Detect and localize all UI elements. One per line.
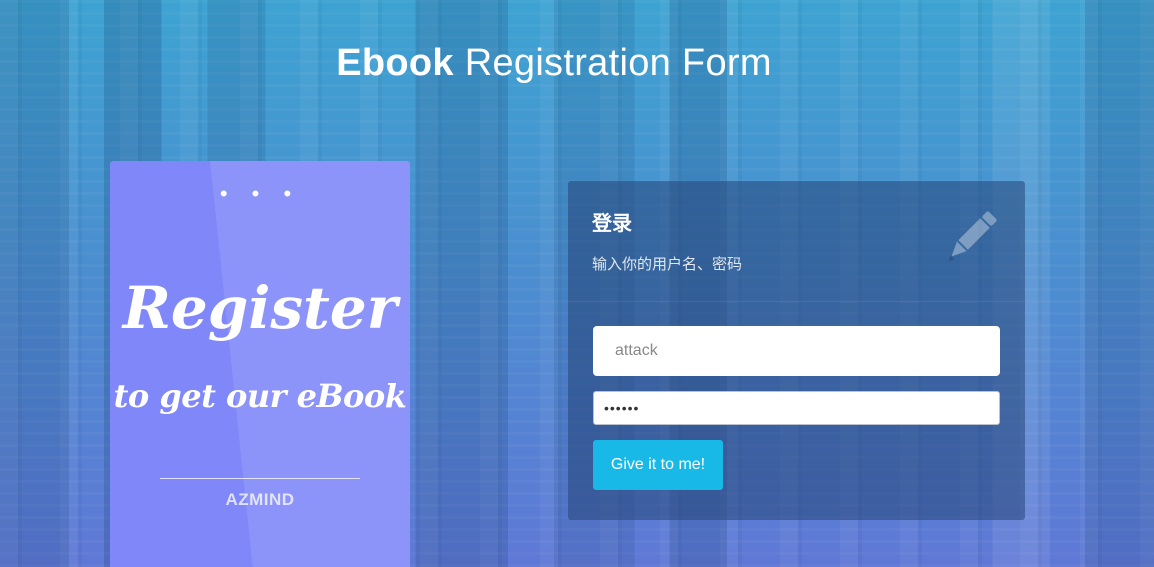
login-description: 输入你的用户名、密码 [592, 256, 743, 273]
login-panel: 登录 输入你的用户名、密码 attack •••••• Give it to m… [568, 181, 1025, 520]
promo-dots: • • • [219, 181, 301, 206]
promo-divider [160, 478, 360, 479]
submit-button[interactable]: Give it to me! [593, 440, 723, 490]
pencil-icon [948, 211, 997, 262]
promo-brand: AZMIND [225, 490, 295, 509]
login-header: 登录 输入你的用户名、密码 [568, 181, 1025, 302]
password-field[interactable]: •••••• [593, 391, 1000, 425]
login-title: 登录 [592, 213, 632, 235]
page-title-rest: Registration Form [464, 42, 772, 84]
promo-subheading: to get our eBook [113, 377, 407, 415]
page-title-strong: Ebook [336, 42, 454, 84]
username-field[interactable]: attack [593, 326, 1000, 376]
promo-heading: Register [122, 274, 398, 342]
promo-card: • • • Register to get our eBook AZMIND [110, 161, 410, 567]
page-title: Ebook Registration Form [0, 42, 1154, 85]
